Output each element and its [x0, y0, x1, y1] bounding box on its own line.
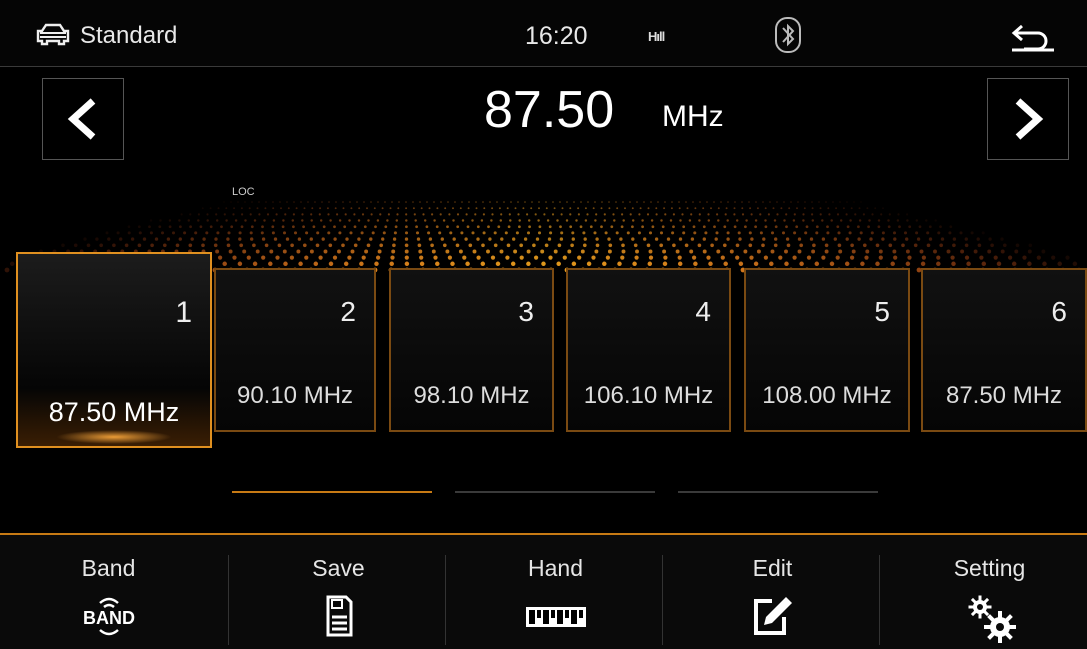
car-icon: [36, 23, 70, 46]
preset-number: 4: [695, 296, 711, 327]
preset-frequency: 106.10 MHz: [583, 382, 714, 409]
preset-frequency: 108.00 MHz: [762, 382, 892, 409]
preset-frequency: 87.50 MHz: [48, 397, 180, 427]
preset-6[interactable]: 6 87.50 MHz: [921, 268, 1087, 432]
signal-icon: Hıll: [648, 29, 665, 44]
svg-text:BAND: BAND: [83, 608, 135, 628]
page-indicator-3[interactable]: [678, 491, 878, 493]
preset-frequency: 98.10 MHz: [413, 382, 530, 409]
back-icon[interactable]: [1010, 20, 1056, 54]
tab-label: Setting: [953, 555, 1026, 581]
status-bar: Standard 16:20 Hıll: [0, 0, 1087, 67]
tab-label: Edit: [752, 555, 793, 581]
seek-prev-button[interactable]: [42, 78, 124, 160]
edit-icon: [753, 597, 792, 635]
frequency-unit: MHz: [662, 100, 724, 133]
tab-label: Band: [81, 555, 136, 581]
preset-number: 6: [1051, 296, 1067, 327]
tab-hand[interactable]: Hand: [447, 535, 664, 649]
preset-number: 3: [518, 296, 534, 327]
current-frequency: 87.50: [484, 81, 615, 139]
preset-1[interactable]: 1 87.50 MHz: [16, 252, 212, 448]
drive-mode-label: Standard: [80, 22, 178, 49]
preset-number: 1: [175, 296, 192, 329]
chevron-right-icon: [1015, 98, 1044, 140]
chevron-left-icon: [67, 98, 96, 140]
preset-frequency: 90.10 MHz: [236, 382, 354, 409]
clock-time: 16:20: [525, 22, 588, 50]
tab-label: Save: [312, 555, 365, 581]
tab-save[interactable]: Save: [230, 535, 447, 649]
tab-band[interactable]: Band BAND: [0, 535, 217, 649]
bluetooth-icon: [775, 17, 801, 53]
tab-setting[interactable]: Setting: [881, 535, 1087, 649]
preset-number: 5: [874, 296, 890, 327]
seek-next-button[interactable]: [987, 78, 1069, 160]
preset-5[interactable]: 5 108.00 MHz: [744, 268, 910, 432]
band-icon: BAND: [83, 597, 135, 636]
page-indicator-1[interactable]: [232, 491, 432, 493]
bottom-toolbar: Band BAND Save Hand Edit Setting: [0, 533, 1087, 649]
hand-tune-icon: [525, 607, 586, 627]
preset-4[interactable]: 4 106.10 MHz: [566, 268, 731, 432]
preset-2[interactable]: 2 90.10 MHz: [214, 268, 376, 432]
settings-gears-icon: [968, 595, 1016, 643]
save-icon: [326, 595, 352, 637]
tab-edit[interactable]: Edit: [664, 535, 881, 649]
preset-number: 2: [340, 296, 356, 327]
page-indicator-2[interactable]: [455, 491, 655, 493]
preset-frequency: 87.50 MHz: [945, 382, 1063, 409]
preset-3[interactable]: 3 98.10 MHz: [389, 268, 554, 432]
tab-label: Hand: [528, 555, 583, 581]
